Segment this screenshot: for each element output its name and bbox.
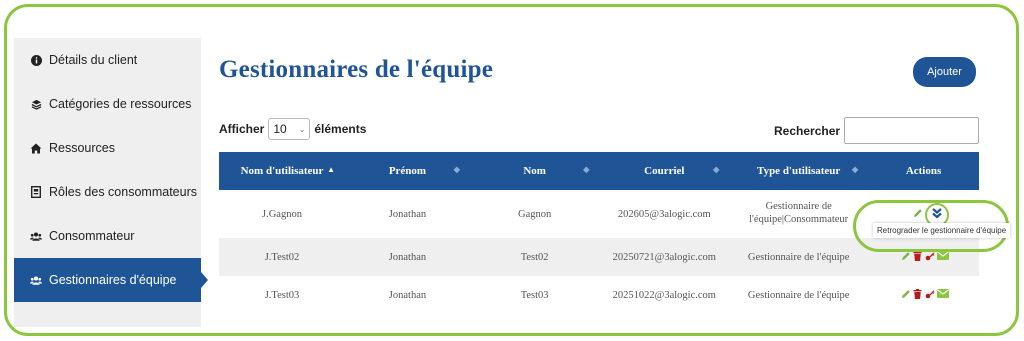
cell-lastname: Test03 — [520, 289, 549, 301]
info-circle-icon — [30, 54, 42, 66]
page-size-select[interactable]: 10 ⌄ — [268, 118, 311, 140]
cell-email: 20250721@3alogic.com — [612, 251, 716, 263]
chevrons-down-icon — [931, 206, 943, 224]
col-header-username[interactable]: Nom d'utilisateur ▲ — [219, 152, 345, 190]
home-icon — [30, 142, 42, 154]
layers-icon — [30, 98, 42, 110]
edit-icon[interactable] — [901, 289, 911, 299]
table-header-row: Nom d'utilisateur ▲ Prénom ◆ Nom ◆ Courriel… — [219, 152, 979, 190]
add-button[interactable]: Ajouter — [913, 57, 976, 87]
cell-user-type: Gestionnaire de l'équipe — [747, 251, 850, 263]
users-icon — [30, 230, 42, 242]
id-card-icon — [30, 186, 42, 198]
entries-label: éléments — [314, 122, 367, 136]
cell-email: 20251022@3alogic.com — [612, 289, 716, 301]
cell-firstname: Jonathan — [388, 208, 427, 220]
delete-icon[interactable] — [913, 288, 923, 299]
sidebar-item-resource-categories[interactable]: Catégories de ressources — [14, 82, 201, 126]
page-size-value: 10 — [273, 122, 287, 136]
key-icon[interactable] — [925, 289, 935, 299]
cell-username: J.Test03 — [264, 289, 300, 301]
page-title: Gestionnaires de l'équipe — [219, 56, 494, 83]
sort-icon: ◆ — [583, 165, 590, 174]
key-icon[interactable] — [925, 251, 935, 261]
col-header-firstname[interactable]: Prénom ◆ — [345, 152, 470, 190]
sort-icon: ◆ — [453, 165, 460, 174]
search-input[interactable] — [844, 117, 979, 144]
sidebar-item-label: Gestionnaires d'équipe — [49, 273, 177, 287]
col-header-email[interactable]: Courriel ◆ — [599, 152, 729, 190]
sidebar-item-consumer-roles[interactable]: Rôles des consommateurs — [14, 170, 201, 214]
sidebar-item-label: Rôles des consommateurs — [49, 185, 197, 199]
page-size-control: Afficher 10 ⌄ éléments — [219, 118, 366, 140]
search-label: Rechercher : — [774, 124, 848, 138]
cell-lastname: Gagnon — [518, 208, 552, 220]
sort-icon: ◆ — [851, 165, 859, 174]
cell-firstname: Jonathan — [388, 251, 427, 263]
mail-icon[interactable] — [936, 288, 949, 299]
users-icon — [30, 274, 42, 286]
cell-user-type: Gestionnaire de l'équipe — [747, 289, 850, 301]
table-row: J.Test03 Jonathan Test03 20251022@3alogi… — [219, 276, 979, 314]
sort-asc-icon: ▲ — [327, 165, 336, 174]
sidebar-item-resources[interactable]: Ressources — [14, 126, 201, 170]
edit-icon[interactable] — [901, 251, 911, 261]
sidebar-item-label: Catégories de ressources — [49, 97, 192, 111]
col-header-user-type[interactable]: Type d'utilisateur ◆ — [729, 152, 868, 190]
sidebar-item-label: Détails du client — [49, 53, 138, 67]
delete-icon[interactable] — [913, 250, 923, 261]
sidebar: Détails du client Catégories de ressourc… — [14, 38, 208, 327]
cell-email: 202605@3alogic.com — [617, 208, 711, 220]
col-header-lastname[interactable]: Nom ◆ — [470, 152, 600, 190]
chevron-down-icon: ⌄ — [298, 124, 306, 134]
sidebar-item-team-managers[interactable]: Gestionnaires d'équipe — [14, 258, 208, 302]
col-header-actions: Actions — [905, 165, 942, 177]
sort-icon: ◆ — [713, 165, 720, 174]
sidebar-item-consumer[interactable]: Consommateur — [14, 214, 201, 258]
cell-actions — [868, 276, 979, 314]
cell-lastname: Test02 — [520, 251, 549, 263]
show-label: Afficher — [219, 122, 265, 136]
sidebar-item-label: Ressources — [49, 141, 115, 155]
tooltip: Retrograder le gestionnaire d'équipe — [873, 223, 1011, 238]
cell-firstname: Jonathan — [388, 289, 427, 301]
mail-icon[interactable] — [936, 250, 949, 261]
cell-username: J.Gagnon — [262, 208, 302, 220]
sidebar-item-client-details[interactable]: Détails du client — [14, 38, 201, 82]
sidebar-item-label: Consommateur — [49, 229, 135, 243]
cell-user-type: Gestionnaire de l'équipe|Consommateur — [749, 201, 849, 225]
cell-username: J.Test02 — [264, 251, 300, 263]
